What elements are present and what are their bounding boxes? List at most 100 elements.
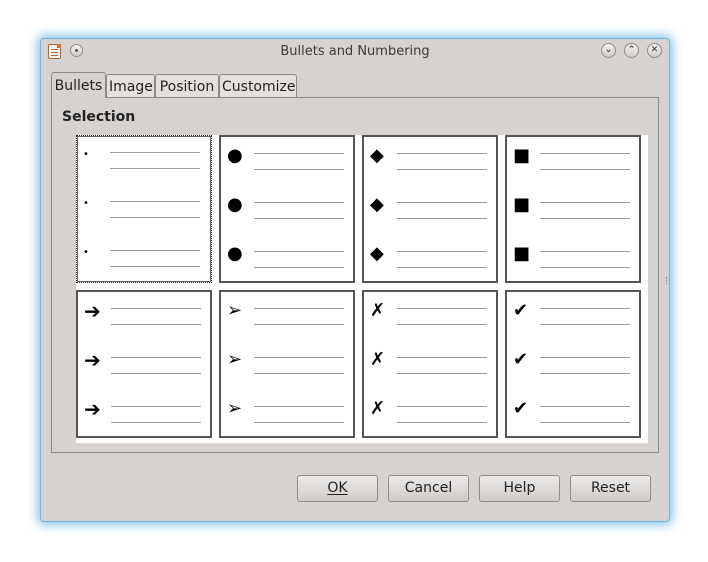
tab-customize[interactable]: Customize (219, 74, 297, 98)
text-placeholder-line (540, 357, 630, 358)
bullet-option-large-circle[interactable]: ● ● ● (219, 135, 355, 283)
text-placeholder-line (540, 324, 630, 325)
text-placeholder-line (540, 267, 630, 268)
x-mark-bullet-icon: ✗ (370, 349, 386, 370)
arrowhead-bullet-icon: ➢ (227, 349, 243, 370)
help-label: Help (503, 480, 536, 496)
text-placeholder-line (397, 251, 487, 252)
reset-button[interactable]: Reset (570, 475, 651, 502)
ok-label: OK (327, 480, 348, 496)
bullet-option-square[interactable]: ■ ■ ■ (505, 135, 641, 283)
text-placeholder-line (397, 357, 487, 358)
bullet-option-small-dot[interactable]: • • • (76, 135, 212, 283)
resize-grip[interactable] (666, 277, 669, 285)
text-placeholder-line (254, 153, 344, 154)
x-mark-bullet-icon: ✗ (370, 300, 386, 321)
text-placeholder-line (254, 357, 344, 358)
arrow-bullet-icon: ➔ (84, 299, 101, 323)
small-dot-bullet-icon: • (83, 247, 89, 258)
cancel-button[interactable]: Cancel (388, 475, 469, 502)
text-placeholder-line (397, 373, 487, 374)
text-placeholder-line (540, 251, 630, 252)
bullet-option-arrow[interactable]: ➔ ➔ ➔ (76, 290, 212, 438)
bullets-panel: Selection • • • ● ● ● ◆ ◆ ◆ ■ ■ ■ ➔ ➔ ➔ ➢ ➢ ➢ ✗ ✗ ✗ ✔ ✔ ✔ (51, 97, 659, 453)
large-circle-bullet-icon: ● (227, 243, 243, 264)
square-bullet-icon: ■ (513, 243, 531, 264)
text-placeholder-line (254, 202, 344, 203)
bullet-option-x-mark[interactable]: ✗ ✗ ✗ (362, 290, 498, 438)
text-placeholder-line (397, 422, 487, 423)
text-placeholder-line (111, 308, 201, 309)
bullet-option-arrowhead[interactable]: ➢ ➢ ➢ (219, 290, 355, 438)
text-placeholder-line (111, 324, 201, 325)
help-button[interactable]: Help (479, 475, 560, 502)
close-button[interactable]: ✕ (647, 43, 662, 58)
small-dot-bullet-icon: • (83, 198, 89, 209)
text-placeholder-line (110, 152, 200, 153)
text-placeholder-line (254, 267, 344, 268)
arrow-bullet-icon: ➔ (84, 348, 101, 372)
text-placeholder-line (540, 202, 630, 203)
text-placeholder-line (110, 201, 200, 202)
selection-heading: Selection (62, 109, 136, 125)
text-placeholder-line (254, 422, 344, 423)
arrowhead-bullet-icon: ➢ (227, 398, 243, 419)
reset-label: Reset (590, 480, 631, 496)
text-placeholder-line (110, 168, 200, 169)
bullet-option-check-mark[interactable]: ✔ ✔ ✔ (505, 290, 641, 438)
text-placeholder-line (110, 250, 200, 251)
text-placeholder-line (540, 422, 630, 423)
text-placeholder-line (397, 153, 487, 154)
text-placeholder-line (254, 406, 344, 407)
x-mark-bullet-icon: ✗ (370, 398, 386, 419)
diamond-bullet-icon: ◆ (370, 243, 384, 264)
text-placeholder-line (397, 324, 487, 325)
cancel-label: Cancel (404, 480, 453, 496)
text-placeholder-line (111, 406, 201, 407)
text-placeholder-line (540, 169, 630, 170)
text-placeholder-line (397, 308, 487, 309)
text-placeholder-line (540, 373, 630, 374)
tab-image[interactable]: Image (106, 74, 155, 98)
large-circle-bullet-icon: ● (227, 145, 243, 166)
text-placeholder-line (397, 202, 487, 203)
arrow-bullet-icon: ➔ (84, 397, 101, 421)
text-placeholder-line (254, 308, 344, 309)
text-placeholder-line (540, 406, 630, 407)
bullet-style-grid: • • • ● ● ● ◆ ◆ ◆ ■ ■ ■ ➔ ➔ ➔ ➢ ➢ ➢ ✗ ✗ ✗ ✔ ✔ ✔ (76, 135, 648, 443)
arrowhead-bullet-icon: ➢ (227, 300, 243, 321)
title-bar[interactable]: Bullets and Numbering ⌄ ⌃ ✕ (41, 39, 669, 65)
text-placeholder-line (110, 217, 200, 218)
text-placeholder-line (540, 308, 630, 309)
small-dot-bullet-icon: • (83, 149, 89, 160)
text-placeholder-line (111, 373, 201, 374)
check-mark-bullet-icon: ✔ (513, 300, 529, 321)
square-bullet-icon: ■ (513, 145, 531, 166)
check-mark-bullet-icon: ✔ (513, 398, 529, 419)
tab-position[interactable]: Position (155, 74, 219, 98)
text-placeholder-line (540, 153, 630, 154)
dialog-window: Bullets and Numbering ⌄ ⌃ ✕ Bullets Imag… (40, 38, 670, 522)
text-placeholder-line (111, 422, 201, 423)
check-mark-bullet-icon: ✔ (513, 349, 529, 370)
text-placeholder-line (254, 324, 344, 325)
text-placeholder-line (111, 357, 201, 358)
text-placeholder-line (397, 267, 487, 268)
ok-button[interactable]: OK (297, 475, 378, 502)
maximize-button[interactable]: ⌃ (624, 43, 639, 58)
square-bullet-icon: ■ (513, 194, 531, 215)
text-placeholder-line (397, 218, 487, 219)
minimize-button[interactable]: ⌄ (601, 43, 616, 58)
bullet-option-diamond[interactable]: ◆ ◆ ◆ (362, 135, 498, 283)
tab-bullets[interactable]: Bullets (51, 72, 106, 98)
text-placeholder-line (540, 218, 630, 219)
text-placeholder-line (254, 373, 344, 374)
text-placeholder-line (397, 406, 487, 407)
large-circle-bullet-icon: ● (227, 194, 243, 215)
text-placeholder-line (254, 169, 344, 170)
text-placeholder-line (110, 266, 200, 267)
text-placeholder-line (254, 251, 344, 252)
diamond-bullet-icon: ◆ (370, 194, 384, 215)
window-title: Bullets and Numbering (280, 44, 430, 59)
diamond-bullet-icon: ◆ (370, 145, 384, 166)
